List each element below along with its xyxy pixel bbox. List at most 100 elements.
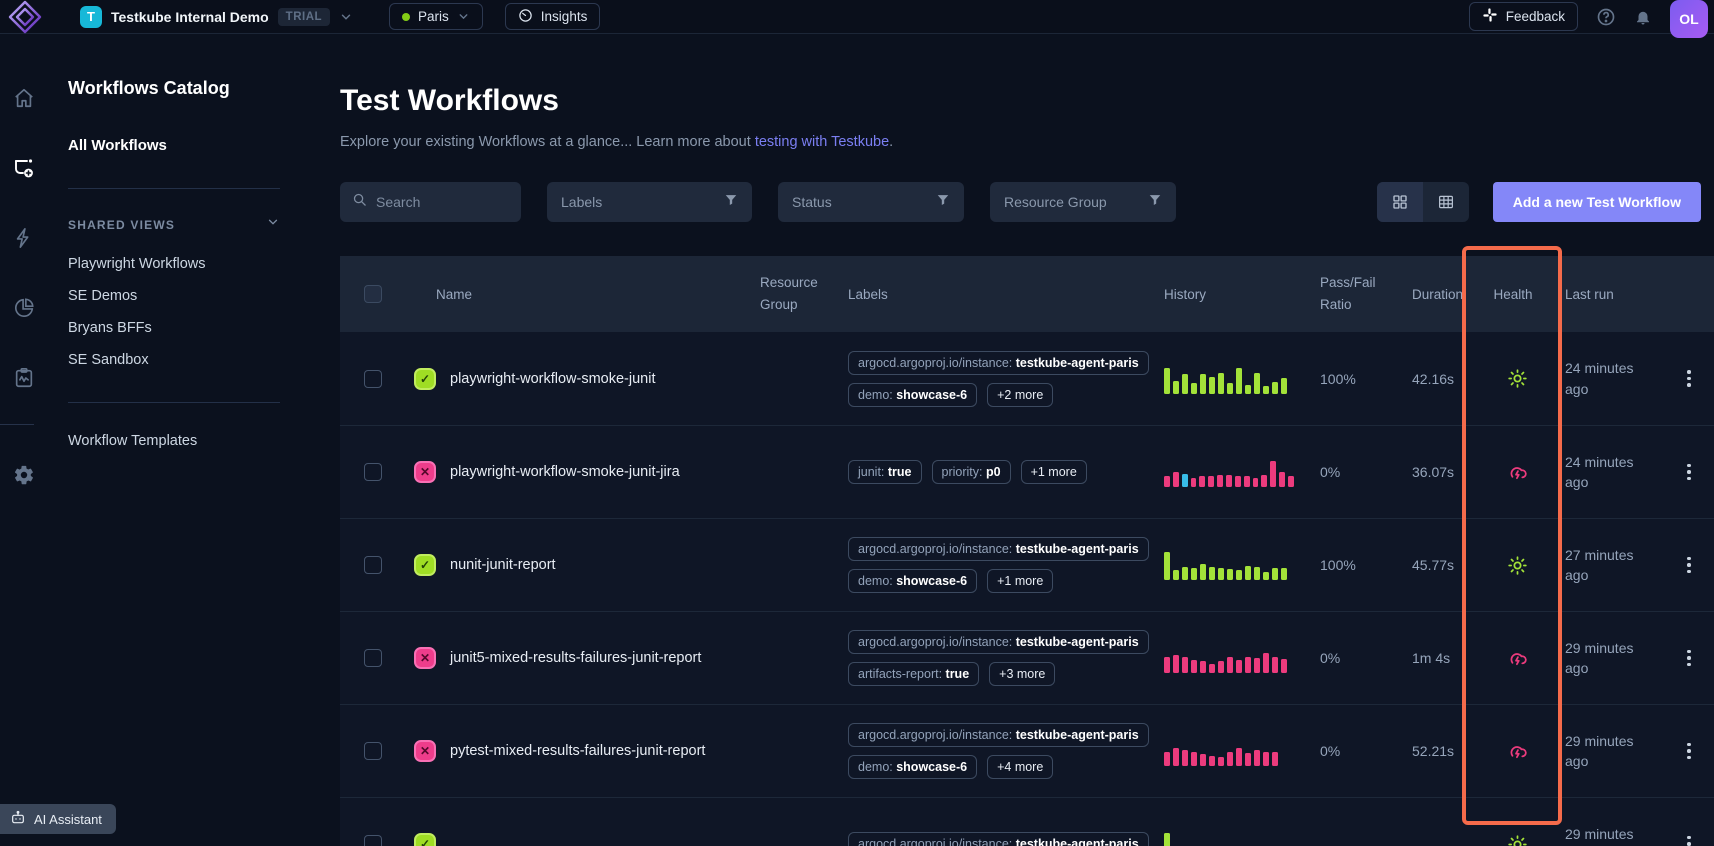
add-test-workflow-button[interactable]: Add a new Test Workflow [1493, 182, 1701, 222]
history-bar[interactable] [1209, 377, 1215, 394]
history-bar[interactable] [1236, 570, 1242, 580]
workflow-name[interactable]: junit5-mixed-results-failures-junit-repo… [450, 650, 701, 666]
history-bar[interactable] [1270, 461, 1276, 487]
history-bar[interactable] [1199, 476, 1205, 487]
history-bar[interactable] [1173, 655, 1179, 673]
history-bar[interactable] [1173, 381, 1179, 394]
history-bar[interactable] [1173, 748, 1179, 766]
history-bar[interactable] [1281, 568, 1287, 580]
history-bar[interactable] [1226, 475, 1232, 487]
history-bar[interactable] [1254, 567, 1260, 580]
history-bar[interactable] [1227, 383, 1233, 394]
history-bar[interactable] [1245, 657, 1251, 673]
history-bar[interactable] [1261, 475, 1267, 487]
history-bar[interactable] [1236, 660, 1242, 673]
history-bar[interactable] [1182, 474, 1188, 487]
history-bar[interactable] [1272, 752, 1278, 766]
history-bar[interactable] [1164, 552, 1170, 580]
history-bar[interactable] [1281, 659, 1287, 673]
grid-view-button[interactable] [1377, 182, 1423, 222]
history-bar[interactable] [1245, 385, 1251, 394]
row-menu-button[interactable] [1679, 370, 1699, 387]
history-bar[interactable] [1227, 569, 1233, 580]
history-bar[interactable] [1217, 475, 1223, 487]
history-bar[interactable] [1227, 752, 1233, 766]
insights-rail-icon[interactable] [0, 288, 48, 328]
workflow-name[interactable]: playwright-workflow-smoke-junit-jira [450, 464, 680, 480]
history-bar[interactable] [1182, 657, 1188, 673]
user-avatar[interactable]: OL [1670, 0, 1708, 38]
history-bar[interactable] [1200, 661, 1206, 673]
notifications-button[interactable] [1634, 8, 1652, 26]
history-chart[interactable] [1144, 457, 1294, 487]
history-bar[interactable] [1227, 657, 1233, 673]
history-bar[interactable] [1253, 478, 1259, 487]
workflow-name[interactable]: playwright-workflow-smoke-junit [450, 371, 655, 387]
shared-views-header[interactable]: SHARED VIEWS [68, 215, 280, 234]
history-bar[interactable] [1281, 378, 1287, 394]
sidebar-item-shared-view[interactable]: Playwright Workflows [68, 256, 300, 272]
history-bar[interactable] [1164, 368, 1170, 394]
history-chart[interactable] [1144, 643, 1294, 673]
labels-more-chip[interactable]: +3 more [989, 662, 1055, 686]
history-bar[interactable] [1209, 756, 1215, 766]
history-bar[interactable] [1191, 478, 1197, 487]
history-bar[interactable] [1173, 570, 1179, 580]
history-bar[interactable] [1164, 833, 1170, 846]
history-bar[interactable] [1200, 374, 1206, 394]
history-chart[interactable] [1144, 829, 1294, 846]
row-menu-button[interactable] [1679, 557, 1699, 574]
settings-gear-icon[interactable] [0, 455, 48, 495]
history-bar[interactable] [1191, 752, 1197, 766]
workflow-name[interactable]: pytest-mixed-results-failures-junit-repo… [450, 743, 705, 759]
sidebar-item-shared-view[interactable]: SE Sandbox [68, 352, 300, 368]
home-icon[interactable] [0, 78, 48, 118]
row-menu-button[interactable] [1679, 743, 1699, 760]
row-checkbox[interactable] [364, 463, 382, 481]
history-bar[interactable] [1254, 658, 1260, 673]
history-bar[interactable] [1191, 660, 1197, 673]
resource-group-filter[interactable]: Resource Group [990, 182, 1176, 222]
history-bar[interactable] [1191, 568, 1197, 580]
workflow-name[interactable]: nunit-junit-report [450, 557, 556, 573]
history-bar[interactable] [1288, 476, 1294, 487]
history-chart[interactable] [1144, 736, 1294, 766]
history-bar[interactable] [1263, 653, 1269, 673]
labels-more-chip[interactable]: +2 more [987, 383, 1053, 407]
row-menu-button[interactable] [1679, 836, 1699, 846]
insights-button[interactable]: Insights [505, 3, 601, 30]
history-bar[interactable] [1272, 382, 1278, 394]
status-filter[interactable]: Status [778, 182, 964, 222]
labels-more-chip[interactable]: +1 more [1021, 460, 1087, 484]
history-bar[interactable] [1182, 374, 1188, 394]
row-checkbox[interactable] [364, 370, 382, 388]
history-bar[interactable] [1209, 664, 1215, 673]
history-bar[interactable] [1254, 373, 1260, 394]
testing-with-testkube-link[interactable]: testing with Testkube [755, 134, 889, 150]
runs-icon[interactable] [0, 358, 48, 398]
history-bar[interactable] [1263, 572, 1269, 580]
help-button[interactable] [1596, 7, 1616, 27]
labels-more-chip[interactable]: +4 more [987, 755, 1053, 779]
row-checkbox[interactable] [364, 742, 382, 760]
history-bar[interactable] [1164, 657, 1170, 673]
sidebar-item-workflow-templates[interactable]: Workflow Templates [68, 433, 300, 449]
history-bar[interactable] [1254, 750, 1260, 766]
row-checkbox[interactable] [364, 556, 382, 574]
history-bar[interactable] [1164, 476, 1170, 487]
history-bar[interactable] [1209, 567, 1215, 580]
workflows-icon[interactable] [0, 148, 48, 188]
select-all-checkbox[interactable] [364, 285, 382, 303]
history-bar[interactable] [1272, 657, 1278, 673]
history-bar[interactable] [1244, 476, 1250, 487]
sidebar-item-all-workflows[interactable]: All Workflows [68, 137, 300, 154]
history-bar[interactable] [1218, 661, 1224, 673]
environment-selector[interactable]: Paris [389, 3, 483, 30]
sidebar-item-shared-view[interactable]: SE Demos [68, 288, 300, 304]
history-bar[interactable] [1279, 472, 1285, 487]
history-bar[interactable] [1235, 476, 1241, 487]
history-bar[interactable] [1182, 750, 1188, 766]
history-bar[interactable] [1236, 368, 1242, 394]
history-bar[interactable] [1245, 753, 1251, 766]
ai-assistant-button[interactable]: AI Assistant [0, 804, 116, 834]
